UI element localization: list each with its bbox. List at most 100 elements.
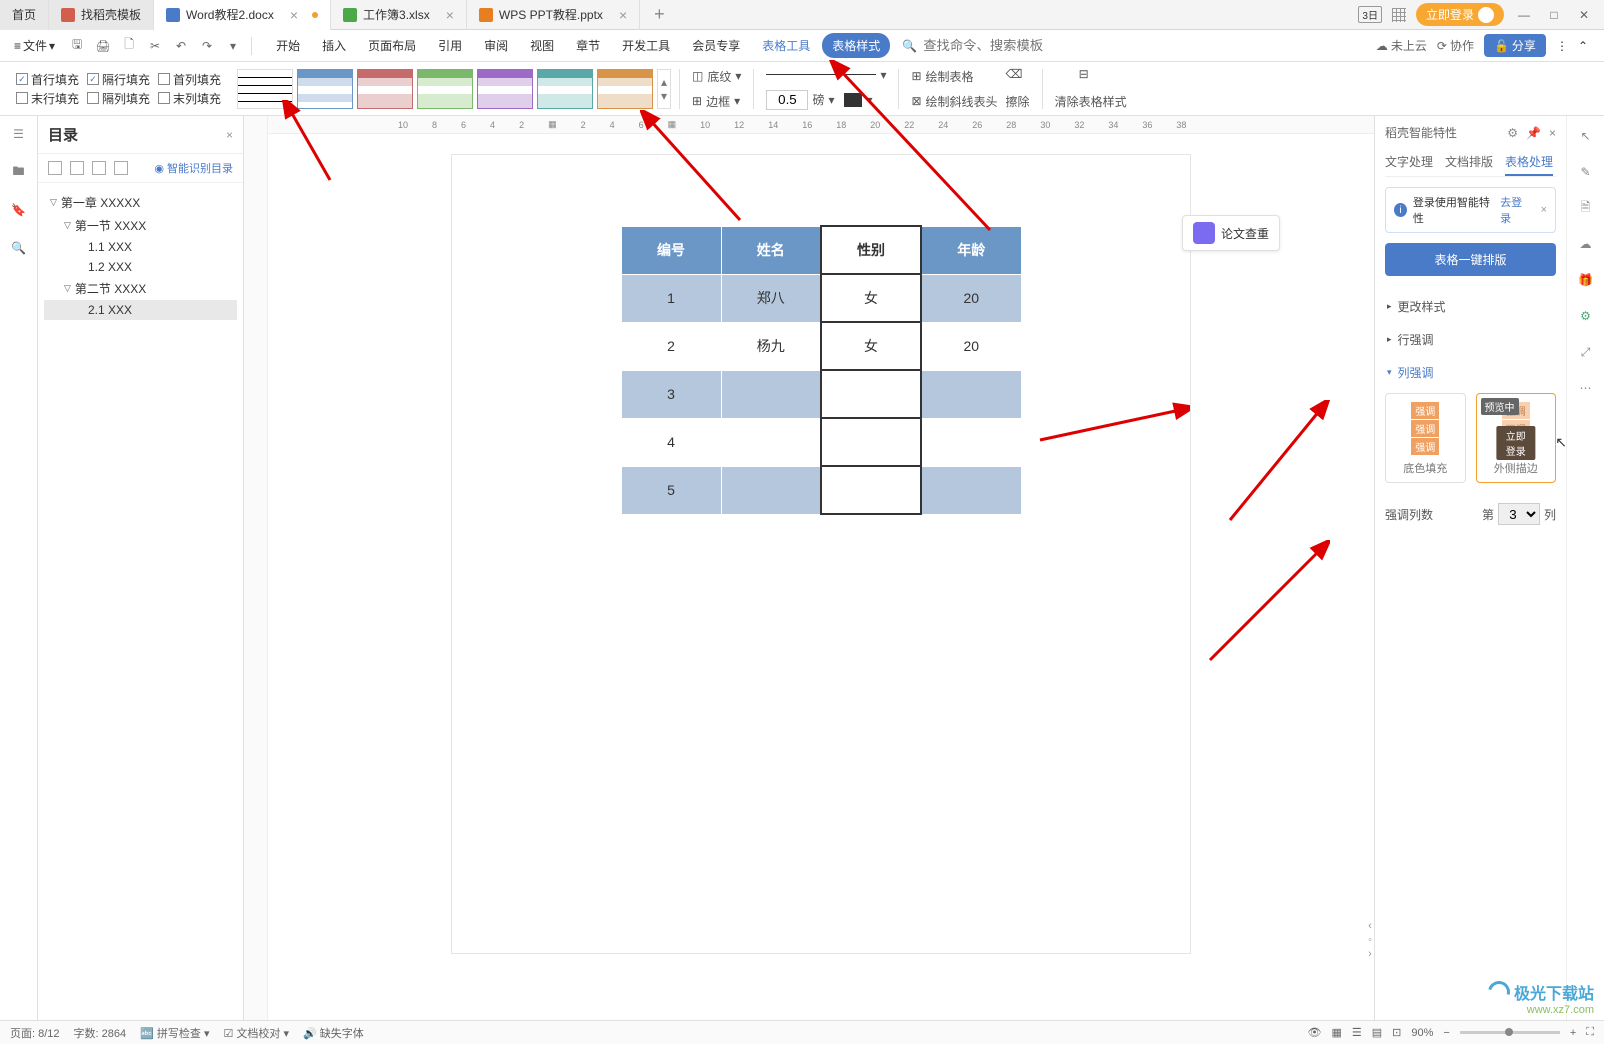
go-login-link[interactable]: 去登录 xyxy=(1500,194,1530,226)
mode-icon[interactable]: 3日 xyxy=(1358,6,1382,23)
login-now-badge[interactable]: 立即登录 xyxy=(1496,426,1535,460)
rp-tab-layout[interactable]: 文档排版 xyxy=(1445,149,1493,176)
spell-check-button[interactable]: 🔤 拼写检查 ▾ xyxy=(140,1025,209,1041)
tab-member[interactable]: 会员专享 xyxy=(682,33,750,58)
table-cell[interactable] xyxy=(721,370,821,418)
apps-icon[interactable] xyxy=(1392,8,1406,22)
line-weight-input[interactable] xyxy=(766,90,808,110)
tab-insert[interactable]: 插入 xyxy=(312,33,356,58)
table-cell[interactable]: 女 xyxy=(821,322,921,370)
document-table[interactable]: 编号 姓名 性别 年龄 1郑八女20 2杨九女20 3 4 5 xyxy=(621,225,1022,515)
more-rail-icon[interactable]: ⋯ xyxy=(1576,378,1596,398)
edit-icon[interactable]: ✎ xyxy=(1576,162,1596,182)
outline-tool-1[interactable] xyxy=(48,161,62,175)
close-window-button[interactable]: ✕ xyxy=(1574,5,1594,25)
login-button[interactable]: 立即登录 xyxy=(1416,3,1504,26)
document-page[interactable]: 编号 姓名 性别 年龄 1郑八女20 2杨九女20 3 4 5 论文查重 xyxy=(451,154,1191,954)
tab-ppt-doc[interactable]: WPS PPT教程.pptx× xyxy=(467,0,640,30)
table-cell[interactable]: 20 xyxy=(921,322,1021,370)
tree-item-1-1[interactable]: 1.1 XXX xyxy=(44,237,237,257)
check-last-col[interactable]: 末列填充 xyxy=(158,90,221,107)
collapse-icon[interactable]: ⌃ xyxy=(1578,39,1588,53)
table-cell[interactable] xyxy=(821,418,921,466)
missing-font-button[interactable]: 🔊 缺失字体 xyxy=(303,1025,364,1041)
tab-chapter[interactable]: 章节 xyxy=(566,33,610,58)
maximize-button[interactable]: □ xyxy=(1544,5,1564,25)
cloud-button[interactable]: ☁ 未上云 xyxy=(1376,37,1427,54)
shading-button[interactable]: ◫ 底纹 ▾ xyxy=(688,66,745,87)
gear-icon[interactable]: ⚙ xyxy=(1507,126,1518,140)
style-orange[interactable] xyxy=(597,69,653,109)
style-more-button[interactable]: ▴▾ xyxy=(657,69,671,109)
rp-tab-text[interactable]: 文字处理 xyxy=(1385,149,1433,176)
minimize-button[interactable]: — xyxy=(1514,5,1534,25)
select-icon[interactable]: ↖ xyxy=(1576,126,1596,146)
table-cell[interactable] xyxy=(821,370,921,418)
tree-chapter-1[interactable]: ▽第一章 XXXXX xyxy=(44,191,237,214)
preview-icon[interactable]: 🗋 xyxy=(117,34,141,58)
line-style-select[interactable]: ▾ xyxy=(762,66,890,84)
settings-rail-icon[interactable]: ⚙ xyxy=(1576,306,1596,326)
erase-button[interactable]: ⌫擦除 xyxy=(1002,67,1034,110)
tab-word-doc[interactable]: Word教程2.docx× xyxy=(154,0,331,30)
pin-icon[interactable]: 📌 xyxy=(1526,126,1541,140)
draw-diagonal-button[interactable]: ⊠ 绘制斜线表头 xyxy=(907,91,1001,112)
style-teal[interactable] xyxy=(537,69,593,109)
table-cell[interactable]: 3 xyxy=(621,370,721,418)
print-icon[interactable]: 🖨 xyxy=(91,34,115,58)
table-cell[interactable]: 5 xyxy=(621,466,721,514)
border-button[interactable]: ⊞ 边框 ▾ xyxy=(688,91,745,112)
style-green[interactable] xyxy=(417,69,473,109)
undo-icon[interactable]: ↶ xyxy=(169,34,193,58)
tab-layout[interactable]: 页面布局 xyxy=(358,33,426,58)
dropdown-icon[interactable]: ▾ xyxy=(221,34,245,58)
section-row-emphasis[interactable]: ▸行强调 xyxy=(1385,323,1556,356)
check-banded-row[interactable]: ✓隔行填充 xyxy=(87,71,150,88)
tab-view[interactable]: 视图 xyxy=(520,33,564,58)
share-button[interactable]: 🔓 分享 xyxy=(1484,34,1546,57)
paper-check-button[interactable]: 论文查重 xyxy=(1182,215,1280,251)
close-panel-icon[interactable]: × xyxy=(1549,126,1556,140)
view-eye-icon[interactable]: 👁 xyxy=(1308,1026,1322,1039)
cut-icon[interactable]: ✂ xyxy=(143,34,167,58)
th-name[interactable]: 姓名 xyxy=(721,226,821,274)
close-icon[interactable]: × xyxy=(619,7,627,23)
outline-tool-2[interactable] xyxy=(70,161,84,175)
collab-button[interactable]: ⟳ 协作 xyxy=(1437,37,1474,54)
fit-icon[interactable]: ⊡ xyxy=(1392,1026,1401,1039)
col-number-select[interactable]: 3 xyxy=(1498,503,1540,525)
draw-table-button[interactable]: ⊞ 绘制表格 xyxy=(907,66,1001,87)
style-purple[interactable] xyxy=(477,69,533,109)
tab-devtools[interactable]: 开发工具 xyxy=(612,33,680,58)
tab-excel-doc[interactable]: 工作簿3.xlsx× xyxy=(331,0,467,30)
save-icon[interactable]: 🖫 xyxy=(65,34,89,58)
outline-tool-3[interactable] xyxy=(92,161,106,175)
view-mode-3-icon[interactable]: ▤ xyxy=(1372,1026,1382,1039)
new-tab-button[interactable]: + xyxy=(640,4,679,25)
tab-references[interactable]: 引用 xyxy=(428,33,472,58)
th-age[interactable]: 年龄 xyxy=(921,226,1021,274)
tab-template[interactable]: 找稻壳模板 xyxy=(49,0,154,30)
close-info-icon[interactable]: × xyxy=(1541,204,1547,216)
table-cell[interactable] xyxy=(821,466,921,514)
doc-icon[interactable]: 🗎 xyxy=(1576,198,1596,218)
section-change-style[interactable]: ▸更改样式 xyxy=(1385,290,1556,323)
fullscreen-icon[interactable]: ⛶ xyxy=(1586,1026,1594,1039)
outline-icon[interactable]: ☰ xyxy=(9,124,29,144)
cloud-icon[interactable]: ☁ xyxy=(1576,234,1596,254)
check-last-row[interactable]: 末行填充 xyxy=(16,90,79,107)
tree-section-1[interactable]: ▽第一节 XXXX xyxy=(44,214,237,237)
style-plain[interactable] xyxy=(237,69,293,109)
zoom-in-button[interactable]: + xyxy=(1570,1027,1576,1039)
view-mode-2-icon[interactable]: ☰ xyxy=(1352,1026,1362,1039)
tab-start[interactable]: 开始 xyxy=(266,33,310,58)
table-cell[interactable]: 4 xyxy=(621,418,721,466)
bookmark-icon[interactable]: 🔖 xyxy=(9,200,29,220)
check-first-row[interactable]: ✓首行填充 xyxy=(16,71,79,88)
tree-item-1-2[interactable]: 1.2 XXX xyxy=(44,257,237,277)
line-color-button[interactable] xyxy=(844,93,862,107)
table-cell[interactable]: 杨九 xyxy=(721,322,821,370)
check-first-col[interactable]: 首列填充 xyxy=(158,71,221,88)
table-cell[interactable] xyxy=(921,418,1021,466)
smart-outline-button[interactable]: ◉ 智能识别目录 xyxy=(154,160,233,176)
